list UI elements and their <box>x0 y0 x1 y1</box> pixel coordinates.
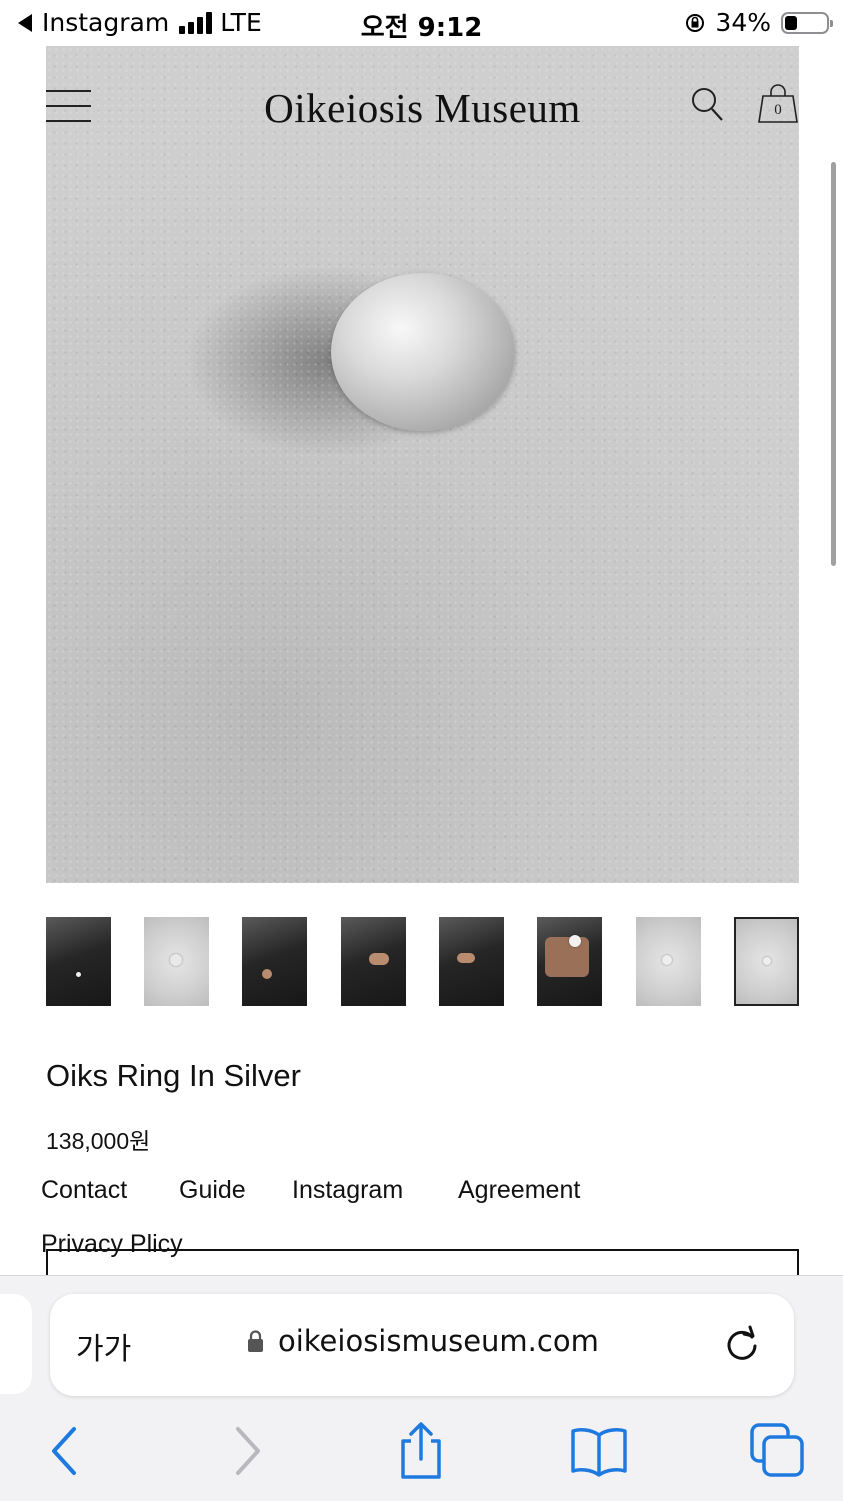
product-main-image[interactable] <box>46 46 799 883</box>
status-bar: Instagram LTE 오전 9:12 34% <box>0 0 843 46</box>
back-icon[interactable] <box>36 1421 96 1481</box>
thumbnail-4[interactable] <box>341 917 406 1006</box>
footer-link-agreement[interactable]: Agreement <box>458 1176 580 1205</box>
silver-ring-photo <box>331 273 515 431</box>
thumbnail-1[interactable] <box>46 917 111 1006</box>
battery-percent: 34% <box>715 8 771 37</box>
product-name: Oiks Ring In Silver <box>46 1058 301 1093</box>
thumbnail-5[interactable] <box>439 917 504 1006</box>
footer-link-contact[interactable]: Contact <box>41 1176 127 1205</box>
stone-texture <box>46 46 799 883</box>
bookmarks-icon[interactable] <box>569 1421 629 1481</box>
thumbnail-6[interactable] <box>537 917 602 1006</box>
thumbnail-2[interactable] <box>144 917 209 1006</box>
forward-icon[interactable] <box>218 1421 278 1481</box>
safari-toolbar: 가가 oikeiosismuseum.com <box>0 1275 843 1501</box>
url-text: oikeiosismuseum.com <box>278 1324 599 1358</box>
thumbnail-8-selected[interactable] <box>734 917 799 1006</box>
site-header: Oikeiosis Museum 0 <box>46 78 799 138</box>
thumbnail-7[interactable] <box>636 917 701 1006</box>
scroll-indicator[interactable] <box>831 162 836 566</box>
tabs-icon[interactable] <box>748 1421 808 1481</box>
bottom-toolbar <box>0 1421 843 1481</box>
thumbnail-strip <box>0 917 843 1007</box>
text-size-button[interactable]: 가가 <box>76 1324 131 1368</box>
cart-count: 0 <box>774 102 782 118</box>
site-title[interactable]: Oikeiosis Museum <box>46 84 799 132</box>
footer-link-instagram[interactable]: Instagram <box>292 1176 403 1205</box>
search-icon[interactable] <box>690 86 724 122</box>
address-bar[interactable]: 가가 oikeiosismuseum.com <box>50 1294 794 1396</box>
previous-tab-card[interactable] <box>0 1294 32 1394</box>
footer-link-guide[interactable]: Guide <box>179 1176 246 1205</box>
battery-icon <box>781 11 833 34</box>
lock-icon <box>248 1330 263 1352</box>
share-icon[interactable] <box>391 1421 451 1481</box>
thumbnail-3[interactable] <box>242 917 307 1006</box>
product-price: 138,000원 <box>46 1128 151 1154</box>
reload-icon[interactable] <box>722 1324 762 1364</box>
orientation-lock-icon <box>686 13 705 32</box>
cart-button[interactable]: 0 <box>757 84 799 124</box>
